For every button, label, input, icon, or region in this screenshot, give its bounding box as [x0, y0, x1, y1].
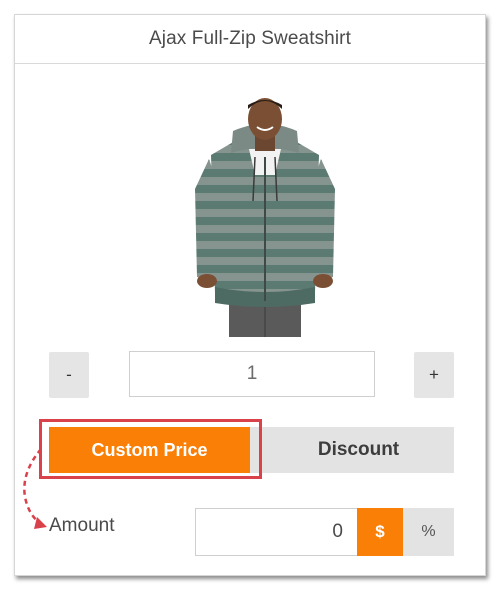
- quantity-input[interactable]: [129, 351, 375, 397]
- product-card: Ajax Full-Zip Sweatshirt - 1 + Custom Pr…: [14, 14, 486, 576]
- page: Ajax Full-Zip Sweatshirt - 1 + Custom Pr…: [0, 0, 502, 590]
- quantity-decrease-button[interactable]: -: [49, 352, 89, 398]
- percent-unit-toggle[interactable]: %: [403, 508, 454, 556]
- product-title: Ajax Full-Zip Sweatshirt: [15, 15, 485, 64]
- product-image: [195, 98, 335, 337]
- dollar-unit-toggle[interactable]: $: [357, 508, 403, 556]
- tab-custom-price[interactable]: Custom Price: [49, 427, 250, 473]
- amount-input[interactable]: [195, 508, 358, 556]
- price-mode-tabs: Custom Price Discount: [49, 427, 454, 473]
- amount-label: Amount: [49, 515, 115, 536]
- tab-discount[interactable]: Discount: [263, 427, 454, 473]
- quantity-increase-button[interactable]: +: [414, 352, 454, 398]
